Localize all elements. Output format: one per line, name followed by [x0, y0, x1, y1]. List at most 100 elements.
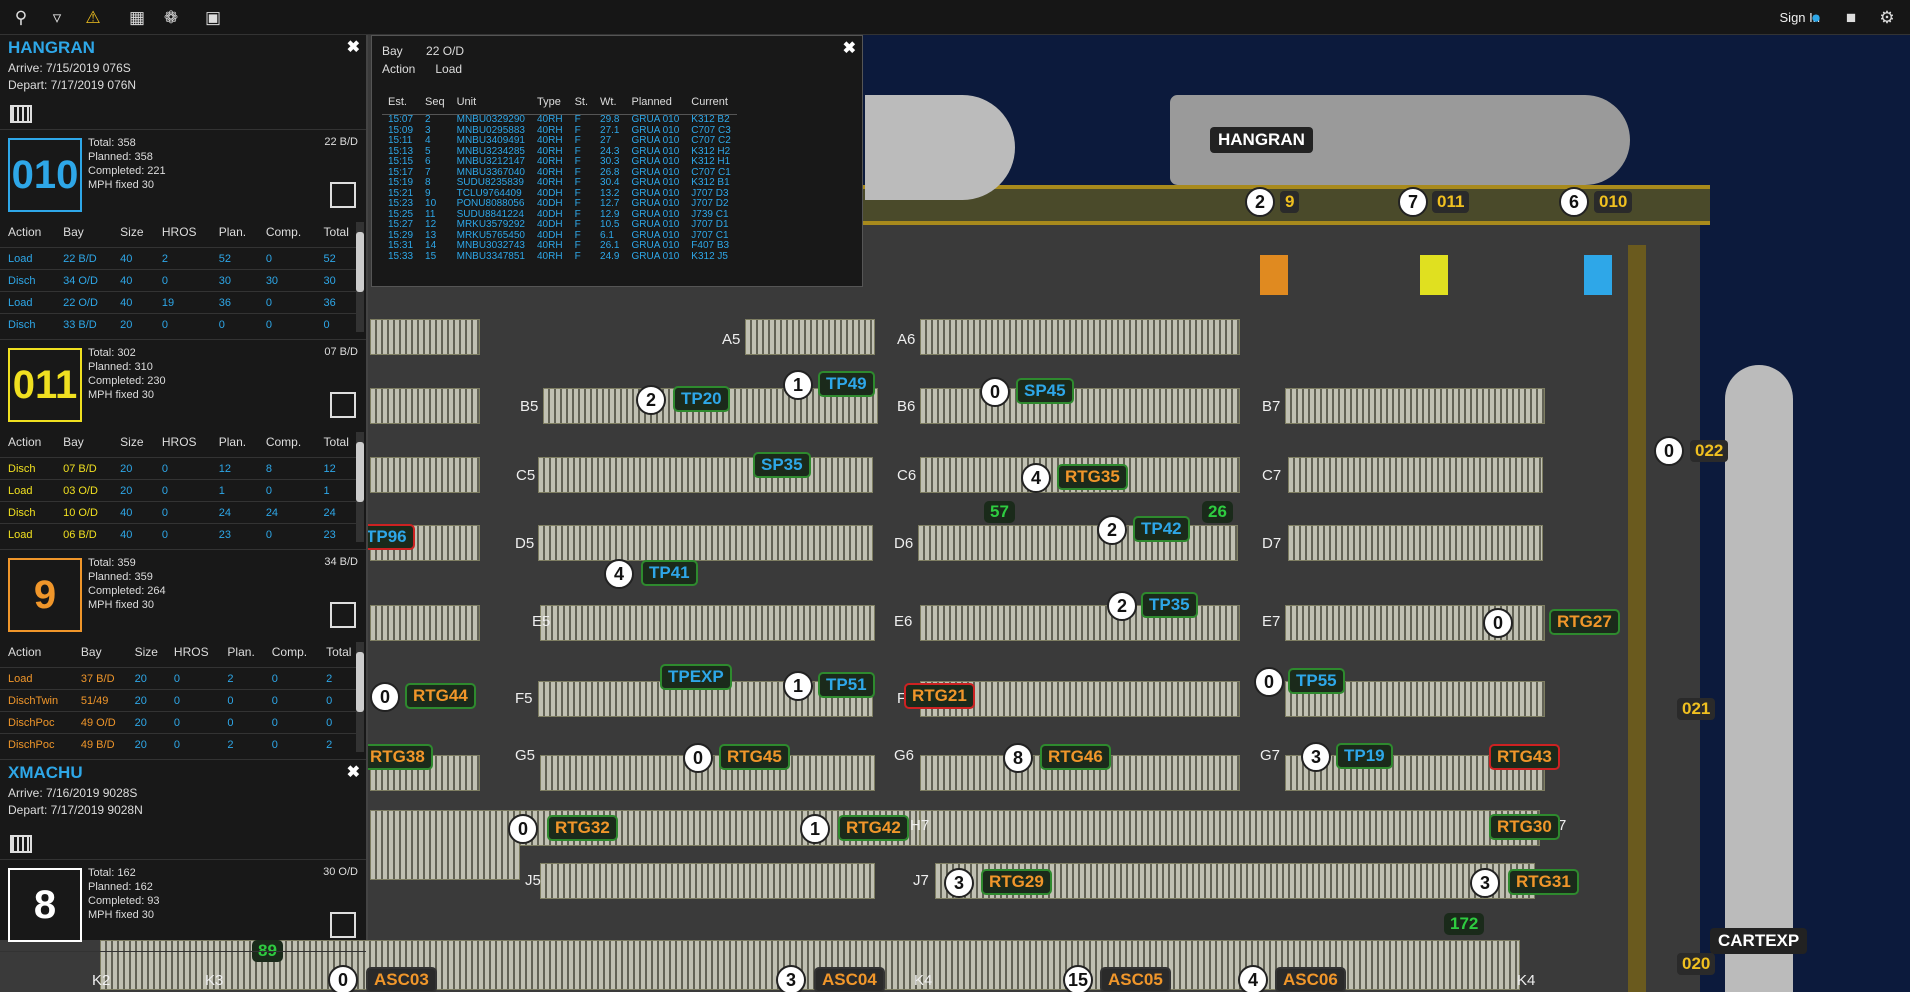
- vessel-label[interactable]: HANGRAN: [1210, 127, 1313, 153]
- search-icon[interactable]: ⚲: [10, 7, 32, 29]
- equipment-asc04[interactable]: ASC04: [814, 967, 885, 992]
- equipment-rtg44[interactable]: RTG44: [405, 683, 476, 709]
- table-row[interactable]: Load 06 B/D 40 0 23 0 23: [0, 523, 360, 546]
- equipment-tp51[interactable]: TP51: [818, 672, 875, 698]
- crane-number[interactable]: 010: [8, 138, 82, 212]
- equipment-tp35[interactable]: TP35: [1141, 592, 1198, 618]
- folder-icon[interactable]: ▣: [202, 7, 224, 29]
- table-row[interactable]: Disch 07 B/D 20 0 12 8 12: [0, 457, 360, 480]
- equipment-rtg43[interactable]: RTG43: [1489, 744, 1560, 770]
- table-row[interactable]: 15:27 12 MRKU3579292 40DH F 10.5 GRUA 010 J707 …: [382, 219, 737, 231]
- crane-detail-icon[interactable]: [330, 602, 356, 628]
- yard-block[interactable]: [920, 319, 1240, 355]
- vessel-cartexp[interactable]: [1725, 365, 1793, 992]
- crane-card[interactable]: 9 Total: 359 Planned: 359 Completed: 264…: [0, 550, 366, 760]
- vessel-name[interactable]: XMACHU: [8, 763, 358, 783]
- vessel-west[interactable]: [865, 95, 1015, 200]
- crane-id[interactable]: 010: [1594, 191, 1633, 213]
- table-row[interactable]: 15:07 2 MNBU0329290 40RH F 29.8 GRUA 010 K312 B…: [382, 114, 737, 126]
- equipment-rtg29[interactable]: RTG29: [981, 869, 1052, 895]
- yard-block[interactable]: [540, 605, 875, 641]
- equipment-tpexp[interactable]: TPEXP: [660, 664, 732, 690]
- scrollbar[interactable]: [356, 642, 364, 752]
- vessel-name[interactable]: HANGRAN: [8, 38, 358, 58]
- user-icon[interactable]: ●: [1805, 7, 1827, 29]
- close-icon[interactable]: ✖: [347, 37, 360, 57]
- table-row[interactable]: Disch 10 O/D 40 0 24 24 24: [0, 501, 360, 524]
- yard-block[interactable]: [745, 319, 875, 355]
- table-row[interactable]: 15:31 14 MNBU3032743 40RH F 26.1 GRUA 010 F407 …: [382, 240, 737, 252]
- table-row[interactable]: 15:23 10 PONU8088056 40DH F 12.7 GRUA 010 J707 …: [382, 198, 737, 210]
- equipment-rtg38[interactable]: RTG38: [362, 744, 433, 770]
- crane-id[interactable]: 021: [1677, 698, 1716, 720]
- alert-icon[interactable]: ⚠: [82, 7, 104, 29]
- equipment-rtg31[interactable]: RTG31: [1508, 869, 1579, 895]
- quay-crane-010[interactable]: [1584, 255, 1612, 295]
- yard-block[interactable]: [540, 863, 875, 899]
- crane-number[interactable]: 9: [8, 558, 82, 632]
- table-row[interactable]: Load 22 B/D 40 2 52 0 52: [0, 247, 360, 270]
- table-row[interactable]: DischTwin 51/49 20 0 0 0 0: [0, 689, 360, 712]
- crane-id[interactable]: 9: [1280, 191, 1300, 213]
- yard-block[interactable]: [1285, 388, 1545, 424]
- table-row[interactable]: Load 37 B/D 20 0 2 0 2: [0, 667, 360, 690]
- table-row[interactable]: Disch 34 O/D 40 0 30 30 30: [0, 269, 360, 292]
- vessel-label[interactable]: CARTEXP: [1710, 928, 1808, 954]
- equipment-tp55[interactable]: TP55: [1288, 668, 1345, 694]
- crane-detail-icon[interactable]: [330, 182, 356, 208]
- equipment-rtg21[interactable]: RTG21: [904, 683, 975, 709]
- quay-crane-011[interactable]: [1420, 255, 1448, 295]
- yard-block[interactable]: [370, 319, 480, 355]
- crane-number[interactable]: 011: [8, 348, 82, 422]
- crane-card[interactable]: 010 Total: 358 Planned: 358 Completed: 2…: [0, 130, 366, 340]
- settings-icon[interactable]: ⚙: [1876, 7, 1898, 29]
- yard-block[interactable]: [1288, 525, 1543, 561]
- table-row[interactable]: 15:19 8 SUDU8235839 40RH F 30.4 GRUA 010 K312 B…: [382, 177, 737, 189]
- table-row[interactable]: 15:11 4 MNBU3409491 40RH F 27 GRUA 010 C707 C2: [382, 135, 737, 147]
- yard-block[interactable]: [538, 525, 873, 561]
- crane-number[interactable]: 8: [8, 868, 82, 942]
- equipment-sp45[interactable]: SP45: [1016, 378, 1074, 404]
- yard-block[interactable]: [370, 810, 520, 880]
- yard-block[interactable]: [370, 457, 480, 493]
- equipment-asc06[interactable]: ASC06: [1275, 967, 1346, 992]
- crane-card[interactable]: 011 Total: 302 Planned: 310 Completed: 2…: [0, 340, 366, 550]
- yard-block[interactable]: [370, 605, 480, 641]
- equipment-rtg32[interactable]: RTG32: [547, 815, 618, 841]
- calendar-icon[interactable]: [10, 105, 32, 123]
- equipment-tp42[interactable]: TP42: [1133, 516, 1190, 542]
- table-row[interactable]: Disch 33 B/D 20 0 0 0 0: [0, 313, 360, 336]
- crane-detail-icon[interactable]: [330, 912, 356, 938]
- yard-block[interactable]: [920, 388, 1240, 424]
- equipment-asc03[interactable]: ASC03: [366, 967, 437, 992]
- wheel-icon[interactable]: ❁: [160, 7, 182, 29]
- close-icon[interactable]: ✖: [347, 762, 360, 782]
- equipment-tp49[interactable]: TP49: [818, 371, 875, 397]
- equipment-tp41[interactable]: TP41: [641, 560, 698, 586]
- table-row[interactable]: Load 22 O/D 40 19 36 0 36: [0, 291, 360, 314]
- equipment-rtg35[interactable]: RTG35: [1057, 464, 1128, 490]
- table-row[interactable]: DischPoc 49 B/D 20 0 2 0 2: [0, 733, 360, 756]
- yard-block[interactable]: [920, 810, 1540, 846]
- close-icon[interactable]: ✖: [843, 38, 856, 58]
- table-row[interactable]: 15:33 15 MNBU3347851 40RH F 24.9 GRUA 010 K312 …: [382, 251, 737, 263]
- scrollbar[interactable]: [356, 432, 364, 542]
- crane-id[interactable]: 022: [1690, 440, 1729, 462]
- table-row[interactable]: Load 03 O/D 20 0 1 0 1: [0, 479, 360, 502]
- crane-detail-icon[interactable]: [330, 392, 356, 418]
- equipment-sp35[interactable]: SP35: [753, 452, 811, 478]
- equipment-rtg42[interactable]: RTG42: [838, 815, 909, 841]
- calendar-icon[interactable]: [10, 835, 32, 853]
- equipment-asc05[interactable]: ASC05: [1100, 967, 1171, 992]
- crane-card[interactable]: 8 Total: 162 Planned: 162 Completed: 93 …: [0, 860, 366, 952]
- yard-block[interactable]: [1288, 457, 1543, 493]
- yard-block[interactable]: [370, 388, 480, 424]
- quay-crane-9[interactable]: [1260, 255, 1288, 295]
- equipment-rtg27[interactable]: RTG27: [1549, 609, 1620, 635]
- train-icon[interactable]: ▦: [126, 7, 148, 29]
- camera-icon[interactable]: ■: [1840, 7, 1862, 29]
- equipment-rtg30[interactable]: RTG30: [1489, 814, 1560, 840]
- equipment-tp19[interactable]: TP19: [1336, 743, 1393, 769]
- yard-block[interactable]: [918, 525, 1238, 561]
- equipment-tp20[interactable]: TP20: [673, 386, 730, 412]
